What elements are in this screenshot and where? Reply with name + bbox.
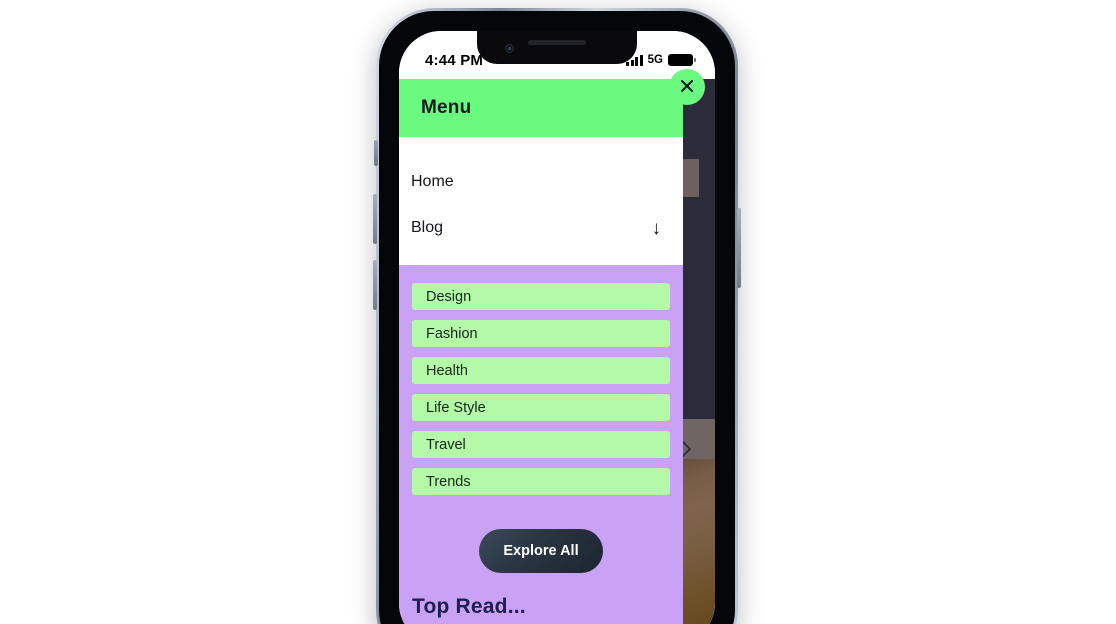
battery-icon — [668, 54, 696, 66]
arrow-down-icon[interactable]: ↓ — [652, 219, 662, 238]
phone-bezel: Menu Home Blog ↓ Design Fashion Health L… — [379, 11, 735, 624]
front-camera-icon — [505, 44, 514, 53]
explore-button-row: Explore All — [399, 521, 683, 583]
silent-switch[interactable] — [374, 140, 378, 166]
page-title: Menu — [421, 97, 472, 118]
category-label: Travel — [426, 436, 466, 453]
category-item-travel[interactable]: Travel — [412, 431, 670, 458]
category-label: Health — [426, 362, 468, 379]
status-bar-network: 5G — [647, 54, 663, 66]
phone-device-frame: Menu Home Blog ↓ Design Fashion Health L… — [373, 8, 741, 624]
close-menu-button[interactable] — [669, 69, 705, 105]
category-label: Design — [426, 288, 472, 305]
top-read-heading: Top Read... — [412, 595, 526, 618]
screenshot-stage: Menu Home Blog ↓ Design Fashion Health L… — [0, 0, 1116, 624]
sidebar-item-label: Blog — [411, 219, 444, 236]
sidebar-item-home[interactable]: Home — [399, 159, 683, 205]
phone-notch — [477, 31, 637, 64]
explore-all-button[interactable]: Explore All — [479, 529, 603, 573]
drawer-nav-list: Home Blog ↓ — [399, 137, 683, 265]
top-read-section: Top Read... — [399, 583, 683, 624]
drawer-header: Menu — [399, 79, 683, 137]
category-item-life-style[interactable]: Life Style — [412, 394, 670, 421]
status-bar-indicators: 5G — [626, 54, 696, 66]
category-item-fashion[interactable]: Fashion — [412, 320, 670, 347]
power-button[interactable] — [737, 208, 741, 288]
sidebar-item-blog[interactable]: Blog ↓ — [399, 205, 683, 251]
category-label: Life Style — [426, 399, 486, 416]
status-bar-time: 4:44 PM — [425, 51, 484, 69]
volume-up-button[interactable] — [373, 194, 377, 244]
volume-down-button[interactable] — [373, 260, 377, 310]
category-panel: Design Fashion Health Life Style Travel — [399, 265, 683, 521]
category-item-trends[interactable]: Trends — [412, 468, 670, 495]
close-x-icon — [677, 76, 697, 99]
category-label: Trends — [426, 473, 471, 490]
menu-drawer: Menu Home Blog ↓ Design Fashion Health L… — [399, 79, 683, 624]
phone-screen: Menu Home Blog ↓ Design Fashion Health L… — [399, 31, 715, 624]
category-item-health[interactable]: Health — [412, 357, 670, 384]
earpiece-speaker-icon — [528, 40, 586, 45]
sidebar-item-label: Home — [411, 173, 454, 190]
category-item-design[interactable]: Design — [412, 283, 670, 310]
category-label: Fashion — [426, 325, 478, 342]
